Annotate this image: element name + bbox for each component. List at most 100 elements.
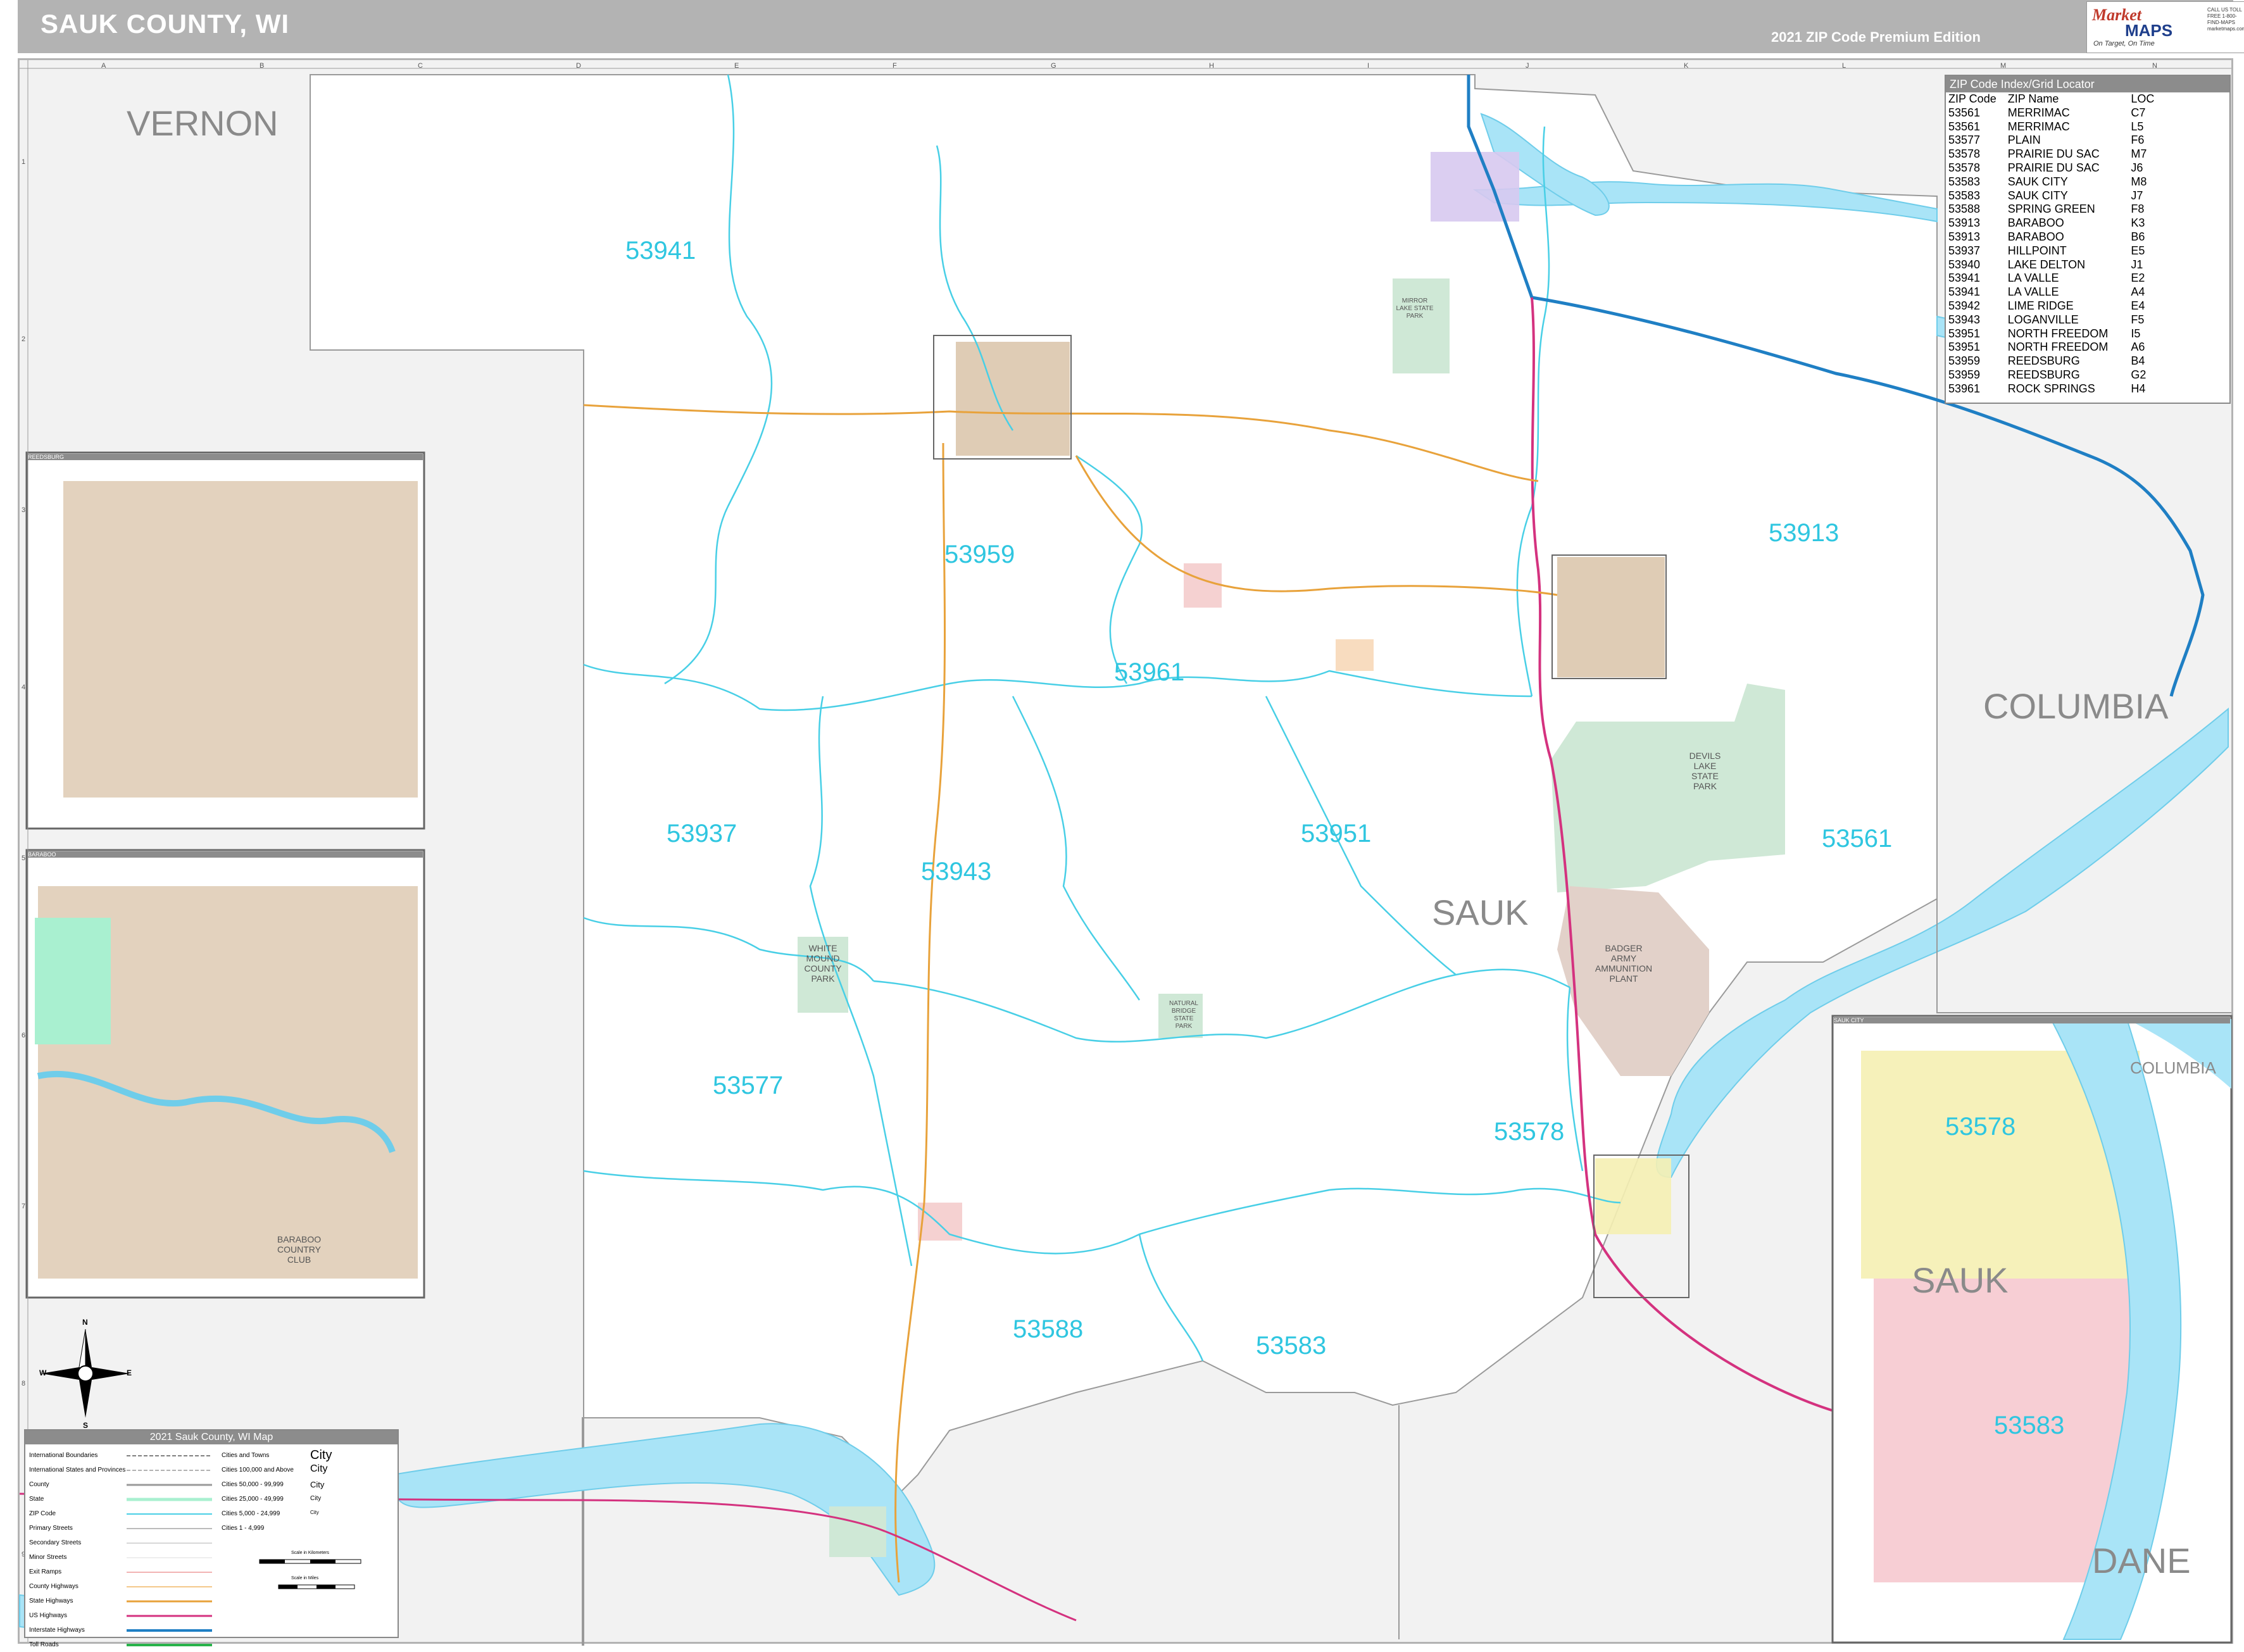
- zip-name-cell: REEDSBURG: [2007, 354, 2080, 368]
- zip-loc-cell: E5: [2131, 244, 2145, 257]
- legend-line-label: US Highways: [29, 1612, 68, 1619]
- grid-row-1: 1: [22, 158, 26, 166]
- zip-code-cell: 53940: [1948, 258, 1981, 271]
- legend-line-label: Interstate Highways: [29, 1627, 85, 1634]
- zip-name-cell: LIME RIDGE: [2007, 299, 2074, 312]
- zip-name-cell: NORTH FREEDOM: [2007, 327, 2109, 340]
- legend-line-label: State: [29, 1496, 44, 1503]
- zip-code-cell: 53561: [1948, 106, 1981, 119]
- zip-code-cell: 53578: [1948, 161, 1981, 174]
- park-label-natural-bridge: NATURAL BRIDGE STATE PARK: [1169, 1000, 1198, 1030]
- zip-name-cell: BARABOO: [2007, 216, 2064, 230]
- county-label-vernon: VERNON: [127, 103, 279, 143]
- park-label-badger-plant: BADGER ARMY AMMUNITION PLANT: [1595, 943, 1653, 984]
- zip-name-cell: PRAIRIE DU SAC: [2007, 161, 2100, 174]
- zip-index-row: 53588 SPRING GREEN F8: [1948, 203, 2158, 216]
- legend-sample-city-4: City: [310, 1495, 322, 1502]
- zip-loc-cell: F6: [2131, 134, 2145, 147]
- zip-index-row: 53577 PLAIN F6: [1948, 134, 2158, 147]
- zip-index-row: 53959 REEDSBURG G2: [1948, 368, 2158, 382]
- baraboo-inset-title: BARABOO: [28, 851, 423, 858]
- zip-index-row: 53943 LOGANVILLE F5: [1948, 313, 2158, 327]
- zip-index-row: 53561 MERRIMAC C7: [1948, 106, 2158, 120]
- zip-index-row: 53583 SAUK CITY J7: [1948, 189, 2158, 203]
- zip-name-cell: PRAIRIE DU SAC: [2007, 147, 2100, 161]
- zip-label-53913: 53913: [1769, 519, 1840, 547]
- zip-label-53577: 53577: [713, 1072, 784, 1099]
- zip-code-cell: 53941: [1948, 285, 1981, 299]
- county-label-sauk: SAUK: [1432, 892, 1529, 932]
- grid-col-h: H: [1209, 62, 1214, 70]
- sauk-city-inset-title: SAUK CITY: [1834, 1017, 2230, 1023]
- zip-index-row: 53561 MERRIMAC L5: [1948, 120, 2158, 134]
- zip-index-row: 53941 LA VALLE A4: [1948, 285, 2158, 299]
- county-label-dane: DANE: [2092, 1541, 2191, 1580]
- inset-zip-label-53578: 53578: [1945, 1113, 2016, 1141]
- legend-line-label: ZIP Code: [29, 1510, 56, 1517]
- zip-name-cell: REEDSBURG: [2007, 368, 2080, 381]
- park-label-devils-lake: DEVILS LAKE STATE PARK: [1689, 751, 1721, 791]
- zip-index-header: ZIP Name: [2007, 92, 2059, 105]
- zip-loc-cell: B4: [2131, 354, 2145, 368]
- park-label-white-mound: WHITE MOUND COUNTY PARK: [804, 943, 842, 984]
- compass-e: E: [127, 1368, 132, 1377]
- zip-name-cell: SAUK CITY: [2007, 175, 2068, 188]
- zip-label-53588: 53588: [1013, 1315, 1084, 1343]
- zip-label-53941: 53941: [625, 237, 696, 265]
- zip-name-cell: HILLPOINT: [2007, 244, 2067, 257]
- grid-row-6: 6: [22, 1032, 26, 1039]
- reedsburg-inset-urban: [63, 481, 418, 798]
- legend-scale-bars: [259, 1559, 361, 1589]
- legend-line-label: Secondary Streets: [29, 1539, 82, 1546]
- inset-county-label-sauk: SAUK: [1912, 1260, 2009, 1300]
- zip-name-cell: LOGANVILLE: [2007, 313, 2079, 326]
- county-label-columbia: COLUMBIA: [1983, 686, 2169, 726]
- zip-index-panel: ZIP Code Index/Grid Locator ZIP Code ZIP…: [1945, 75, 2231, 404]
- zip-index-row: 53913 BARABOO B6: [1948, 230, 2158, 244]
- prairie-du-sac-urban: [1595, 1158, 1671, 1234]
- county-map[interactable]: [0, 0, 2244, 1646]
- zip-name-cell: MERRIMAC: [2007, 120, 2070, 133]
- zip-code-cell: 53577: [1948, 134, 1981, 147]
- zip-index-row: 53578 PRAIRIE DU SAC M7: [1948, 147, 2158, 161]
- zip-code-cell: 53583: [1948, 175, 1981, 188]
- legend-line-label: Toll Roads: [29, 1641, 59, 1648]
- zip-code-cell: 53951: [1948, 327, 1981, 340]
- zip-loc-cell: I5: [2131, 327, 2141, 340]
- rock-springs-urban: [1184, 563, 1222, 608]
- legend-line-label: International States and Provinces: [29, 1467, 126, 1474]
- legend-line-samples: [127, 1455, 212, 1646]
- grid-col-a: A: [101, 62, 106, 70]
- legend-line-label: International Boundaries: [29, 1452, 98, 1459]
- spring-green-urban: [829, 1506, 886, 1557]
- grid-col-b: B: [260, 62, 265, 70]
- zip-code-cell: 53961: [1948, 382, 1981, 395]
- legend-city-classes: Cities and Towns Cities 100,000 and Abov…: [222, 1448, 294, 1532]
- zip-label-53961: 53961: [1114, 658, 1185, 686]
- grid-row-2: 2: [22, 335, 26, 343]
- legend-city-class-label: Cities 100,000 and Above: [222, 1467, 294, 1474]
- zip-code-cell: 53959: [1948, 354, 1981, 368]
- legend-line-label: Exit Ramps: [29, 1568, 62, 1575]
- zip-code-cell: 53583: [1948, 189, 1981, 202]
- zip-loc-cell: H4: [2131, 382, 2146, 395]
- legend-line-label: County: [29, 1481, 49, 1488]
- grid-col-k: K: [1684, 62, 1689, 70]
- zip-index-row: 53937 HILLPOINT E5: [1948, 244, 2158, 258]
- grid-row-7: 7: [22, 1203, 26, 1210]
- legend-sample-city-5: City: [310, 1510, 319, 1515]
- legend-city-class-label: Cities 5,000 - 24,999: [222, 1510, 280, 1517]
- zip-name-cell: LA VALLE: [2007, 272, 2059, 285]
- zip-index-header: LOC: [2131, 92, 2155, 105]
- zip-label-53578: 53578: [1494, 1118, 1565, 1146]
- zip-index-row: 53959 REEDSBURG B4: [1948, 354, 2158, 368]
- map-legend: 2021 Sauk County, WI Map International B…: [24, 1429, 399, 1648]
- zip-loc-cell: E4: [2131, 299, 2145, 312]
- legend-line-label: Minor Streets: [29, 1554, 67, 1561]
- zip-index-row: 53951 NORTH FREEDOM I5: [1948, 327, 2158, 341]
- north-freedom-urban: [1336, 639, 1374, 671]
- zip-index-row: 53583 SAUK CITY M8: [1948, 175, 2158, 189]
- grid-col-i: I: [1367, 62, 1370, 70]
- zip-loc-cell: E2: [2131, 272, 2145, 285]
- zip-loc-cell: A6: [2131, 341, 2145, 354]
